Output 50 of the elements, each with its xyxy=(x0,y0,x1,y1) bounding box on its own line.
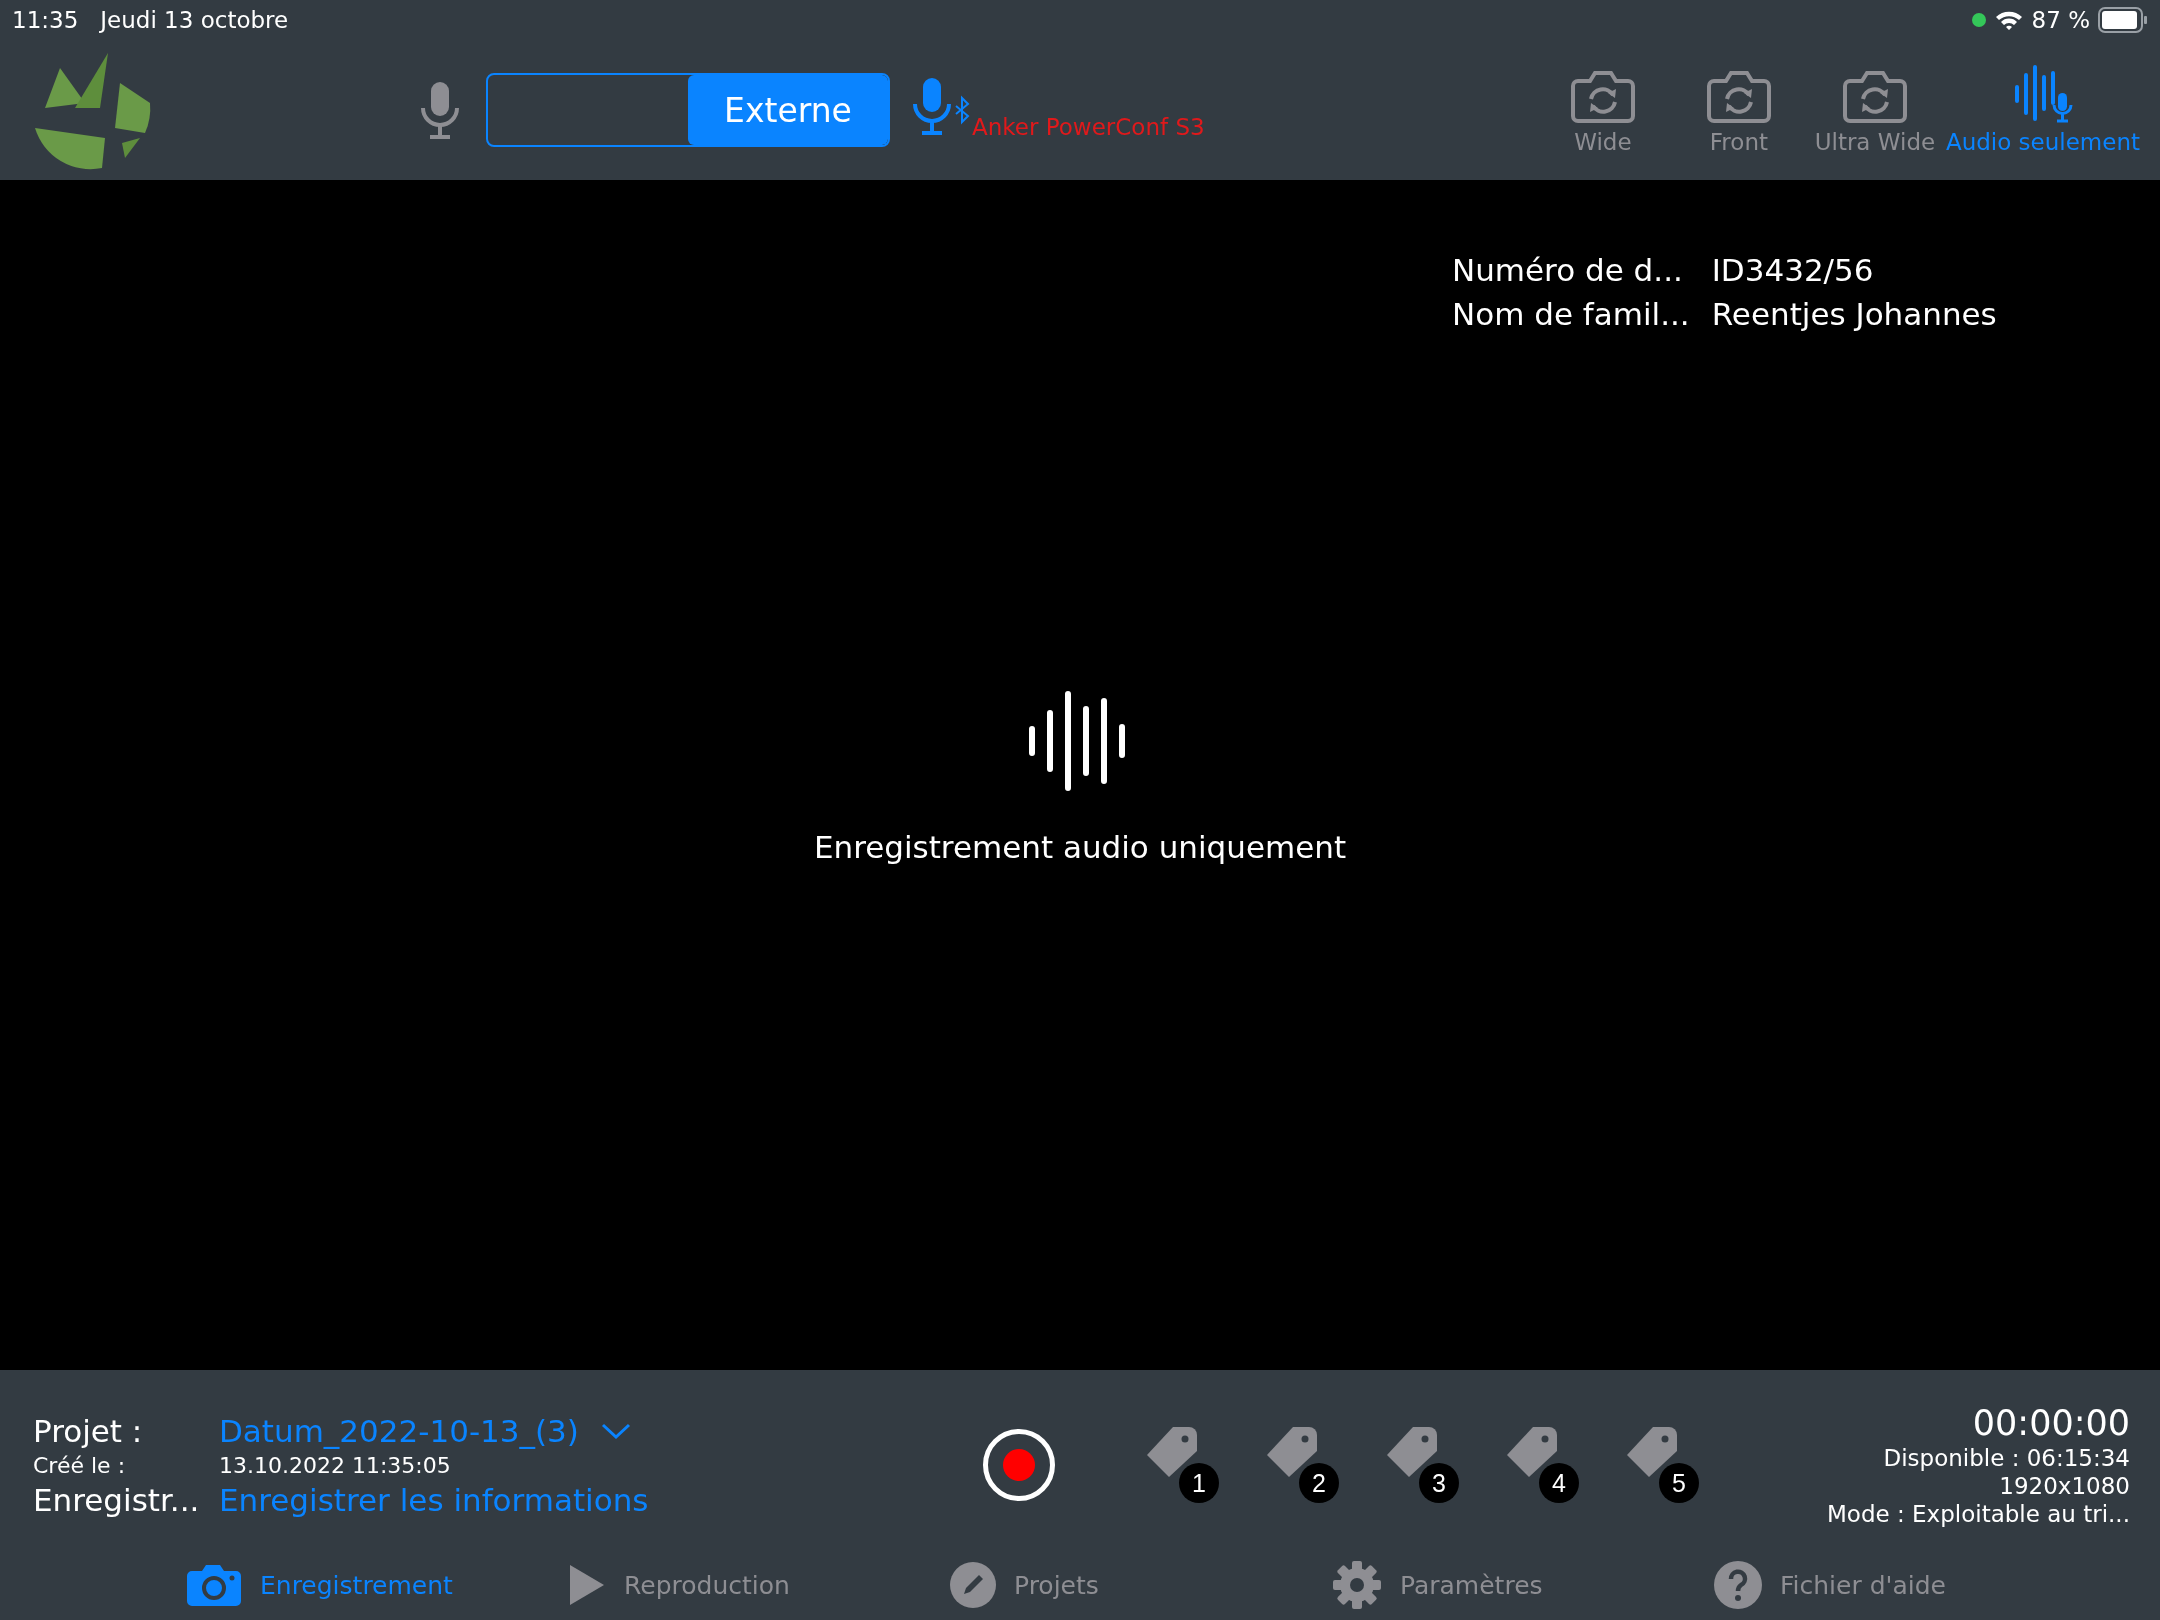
camera-option[interactable]: Ultra Wide xyxy=(1809,69,1940,155)
privacy-dot-icon xyxy=(1971,13,1986,27)
device-name: Anker PowerConf S3 xyxy=(972,114,1205,140)
created-label: Créé le : xyxy=(33,1452,127,1478)
camera-switch-icon xyxy=(1841,69,1908,123)
save-information-link[interactable]: Enregistrer les informations xyxy=(219,1481,953,1518)
settings-icon xyxy=(1332,1560,1382,1610)
info-label: Numéro de d... xyxy=(1452,252,1684,288)
tag-button[interactable]: 3 xyxy=(1385,1425,1465,1505)
camera-option[interactable]: Audio seulement xyxy=(1945,65,2140,155)
tab-bar-item[interactable]: Projets xyxy=(950,1562,1332,1608)
info-label: Nom de famil... xyxy=(1452,296,1690,332)
audio-only-message: Enregistrement audio uniquement xyxy=(813,828,1347,865)
input-source-segmented-control[interactable]: Externe xyxy=(486,73,890,147)
project-label: Projet : xyxy=(33,1412,144,1449)
help-icon xyxy=(1714,1561,1762,1609)
recording-timer: 00:00:00 xyxy=(1972,1403,2130,1443)
bluetooth-microphone-icon[interactable] xyxy=(910,76,972,136)
battery-icon xyxy=(2098,7,2148,33)
pencil-icon xyxy=(950,1562,996,1608)
status-date: Jeudi 13 octobre xyxy=(100,7,289,33)
tag-button[interactable]: 5 xyxy=(1625,1425,1705,1505)
input-source-segment[interactable]: Externe xyxy=(688,75,888,145)
tab-bar-item[interactable]: Paramètres xyxy=(1332,1560,1714,1610)
mode: Mode : Exploitable au tri... xyxy=(1827,1501,2130,1527)
camera-switch-icon xyxy=(1569,69,1636,123)
camera-switch-icon xyxy=(1705,69,1772,123)
record-info-label: Enregistr... xyxy=(33,1481,201,1518)
tag-button[interactable]: 4 xyxy=(1505,1425,1585,1505)
chevron-down-icon xyxy=(600,1421,631,1440)
created-date: 13.10.2022 11:35:05 xyxy=(219,1452,452,1478)
camera-option[interactable]: Front xyxy=(1673,69,1804,155)
tag-button[interactable]: 1 xyxy=(1145,1425,1225,1505)
info-value: ID3432/56 xyxy=(1711,252,1875,288)
info-value: Reentjes Johannes xyxy=(1711,296,1997,332)
camera-option[interactable]: Wide xyxy=(1537,69,1668,155)
waveform-microphone-icon xyxy=(2012,65,2073,123)
available-time: Disponible : 06:15:34 xyxy=(1883,1445,2130,1471)
project-dropdown[interactable]: Datum_2022-10-13_(3) xyxy=(219,1412,631,1449)
tab-bar-item[interactable]: Reproduction xyxy=(568,1563,950,1607)
battery-percent: 87 % xyxy=(2031,7,2090,33)
tag-button[interactable]: 2 xyxy=(1265,1425,1345,1505)
tab-bar-item[interactable]: Fichier d'aide xyxy=(1714,1561,2096,1609)
play-icon xyxy=(568,1563,606,1607)
status-time: 11:35 xyxy=(12,7,79,33)
microphone-icon[interactable] xyxy=(418,80,462,140)
record-button[interactable] xyxy=(983,1429,1055,1501)
resolution: 1920x1080 xyxy=(1999,1473,2130,1499)
camera-icon xyxy=(186,1563,242,1607)
tab-bar-item[interactable]: Enregistrement xyxy=(186,1563,568,1607)
